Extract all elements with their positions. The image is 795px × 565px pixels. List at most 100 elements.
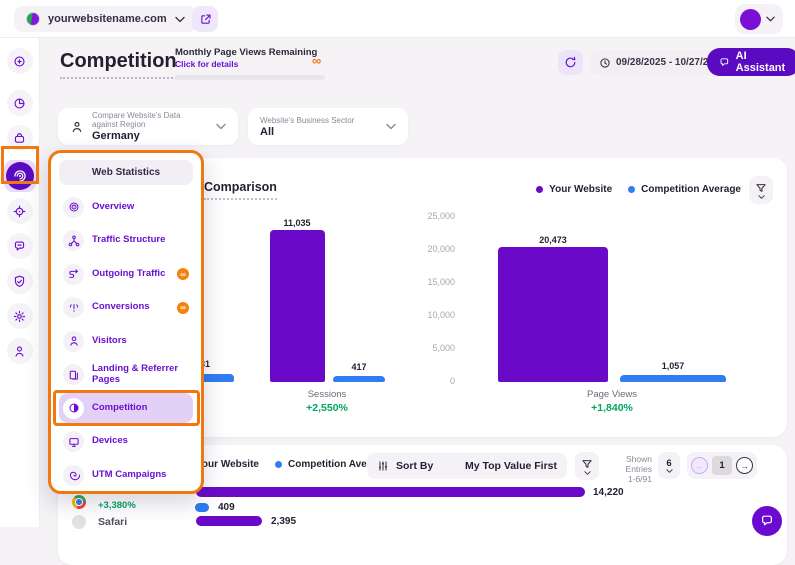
open-website-button[interactable] bbox=[192, 6, 218, 32]
sort-by-dropdown[interactable]: Sort By My Top Value First bbox=[367, 453, 567, 479]
next-page-button[interactable]: → bbox=[736, 457, 753, 474]
region-filter[interactable]: Compare Website's Data against Region Ge… bbox=[58, 108, 238, 145]
chevron-down-icon bbox=[766, 16, 775, 22]
sidebar-rail bbox=[0, 38, 40, 527]
sort-by-label: Sort By bbox=[396, 460, 433, 472]
region-pin-icon bbox=[70, 120, 84, 134]
menu-item-landing-referrer-pages[interactable]: Landing & Referrer Pages bbox=[59, 360, 193, 390]
pages-icon bbox=[68, 369, 80, 381]
target-icon bbox=[13, 205, 26, 218]
menu-item-competition[interactable]: Competition bbox=[59, 393, 193, 423]
expand-sidebar-icon bbox=[13, 55, 26, 68]
legend-dot-competition bbox=[628, 186, 635, 193]
menu-item-conversions[interactable]: Conversions ∞ bbox=[59, 293, 193, 323]
support-chat-button[interactable] bbox=[752, 506, 782, 536]
avatar bbox=[740, 9, 761, 30]
your-bar-row[interactable] bbox=[196, 487, 585, 497]
chart-filter-button[interactable] bbox=[749, 176, 773, 204]
chat-icon bbox=[719, 56, 730, 69]
web-statistics-icon bbox=[13, 169, 27, 183]
refresh-button[interactable] bbox=[558, 50, 583, 75]
your-bar-row[interactable] bbox=[196, 516, 262, 526]
row-delta: +3,380% bbox=[98, 500, 136, 511]
shield-check-icon bbox=[13, 275, 26, 288]
sector-filter[interactable]: Website's Business Sector All bbox=[248, 108, 408, 145]
competition-bar-sessions[interactable] bbox=[333, 376, 385, 382]
competition-icon bbox=[68, 402, 80, 414]
menu-item-visitors[interactable]: Visitors bbox=[59, 326, 193, 356]
legend-competition-label: Competition Average bbox=[641, 184, 741, 195]
website-name: yourwebsitename.com bbox=[48, 13, 167, 25]
chevron-down-icon bbox=[758, 195, 765, 199]
menu-item-overview[interactable]: Overview bbox=[59, 192, 193, 222]
page-size-dropdown[interactable]: 6 bbox=[658, 452, 680, 479]
sort-by-value: My Top Value First bbox=[465, 460, 557, 472]
sliders-icon bbox=[377, 460, 389, 472]
overview-icon bbox=[68, 201, 80, 213]
sidebar-item-security[interactable] bbox=[7, 268, 33, 294]
sidebar-item-settings[interactable] bbox=[7, 303, 33, 329]
page-size-value: 6 bbox=[666, 458, 671, 469]
external-link-icon bbox=[199, 13, 212, 26]
infinity-badge: ∞ bbox=[177, 302, 189, 314]
chevron-down-icon bbox=[666, 469, 673, 473]
shown-entries-range: 1-6/91 bbox=[600, 474, 652, 484]
bar-value-competition-sessions: 417 bbox=[324, 362, 394, 372]
previous-page-button[interactable]: ← bbox=[691, 457, 708, 474]
quota-title: Monthly Page Views Remaining bbox=[175, 47, 325, 58]
row-name: Safari bbox=[98, 516, 127, 528]
quota-details-link[interactable]: Click for details bbox=[175, 59, 325, 69]
visitors-icon bbox=[68, 335, 80, 347]
competition-value-row: 409 bbox=[218, 502, 235, 513]
ai-assistant-button[interactable]: AI Assistant bbox=[707, 48, 795, 76]
sidebar-item-account[interactable] bbox=[7, 338, 33, 364]
sidebar-item-orders[interactable] bbox=[7, 125, 33, 151]
your-value-row: 2,395 bbox=[271, 516, 296, 527]
user-menu[interactable] bbox=[735, 4, 783, 34]
menu-item-outgoing-traffic[interactable]: Outgoing Traffic ∞ bbox=[59, 259, 193, 289]
website-selector[interactable]: yourwebsitename.com bbox=[14, 6, 197, 32]
chevron-down-icon bbox=[216, 123, 226, 130]
conversions-icon bbox=[68, 302, 80, 314]
region-filter-label: Compare Website's Data against Region bbox=[92, 111, 208, 129]
delta-sessions: +2,550% bbox=[272, 402, 382, 414]
y-tick: 20,000 bbox=[395, 244, 455, 254]
bar-value-your-sessions: 11,035 bbox=[262, 218, 332, 228]
your-bar-pageviews[interactable] bbox=[498, 247, 608, 382]
table-filter-button[interactable] bbox=[575, 452, 599, 480]
legend-your-label: Your Website bbox=[549, 184, 612, 195]
infinity-badge: ∞ bbox=[312, 53, 321, 68]
gear-icon bbox=[13, 310, 26, 323]
table-legend: Your Website Competition Average bbox=[183, 459, 388, 470]
y-tick: 10,000 bbox=[395, 310, 455, 320]
sidebar-item-web-statistics[interactable] bbox=[4, 160, 36, 192]
sidebar-item-dashboard[interactable] bbox=[7, 90, 33, 116]
menu-item-traffic-structure[interactable]: Traffic Structure bbox=[59, 226, 193, 256]
competition-bar-row[interactable] bbox=[195, 503, 209, 512]
sidebar-toggle-button[interactable] bbox=[7, 48, 33, 74]
user-pin-icon bbox=[13, 345, 26, 358]
top-bar: yourwebsitename.com bbox=[0, 0, 795, 38]
menu-item-utm-campaigns[interactable]: UTM Campaigns bbox=[59, 460, 193, 490]
competition-bar-pageviews[interactable] bbox=[620, 375, 726, 382]
clock-icon bbox=[599, 57, 611, 69]
menu-item-devices[interactable]: Devices bbox=[59, 427, 193, 457]
sidebar-item-feedback[interactable] bbox=[7, 233, 33, 259]
shown-entries: Shown Entries 1-6/91 bbox=[600, 454, 652, 484]
devices-icon bbox=[68, 436, 80, 448]
quota-progress-bar bbox=[175, 75, 325, 80]
sector-filter-value: All bbox=[260, 126, 378, 138]
y-tick: 0 bbox=[395, 376, 455, 386]
pagination: ← 1 → bbox=[687, 452, 757, 479]
outgoing-traffic-icon bbox=[68, 268, 80, 280]
chevron-down-icon bbox=[386, 123, 396, 130]
infinity-badge: ∞ bbox=[177, 268, 189, 280]
bar-value-your-pageviews: 20,473 bbox=[518, 235, 588, 245]
menu-header: Web Statistics bbox=[59, 160, 193, 185]
your-bar-sessions[interactable] bbox=[270, 230, 325, 382]
chart-title: Comparison bbox=[204, 180, 277, 200]
chat-icon bbox=[13, 240, 26, 253]
category-label-pageviews: Page Views bbox=[557, 389, 667, 400]
sidebar-item-targeting[interactable] bbox=[7, 198, 33, 224]
chat-icon bbox=[760, 514, 774, 528]
